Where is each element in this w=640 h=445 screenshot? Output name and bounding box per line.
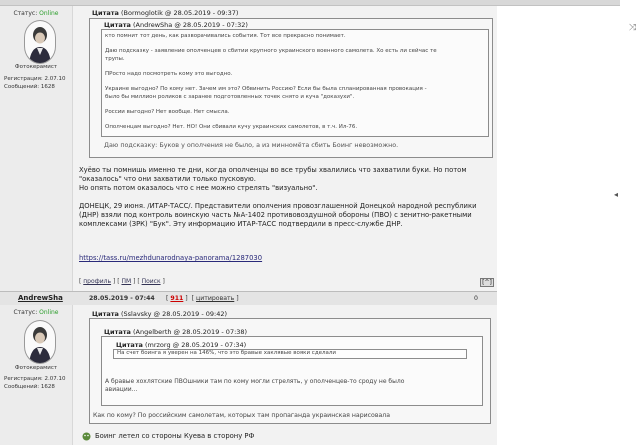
body-line: "оказалось" что они захватили только пус… [79,175,256,183]
status-label: Статус: [13,10,38,17]
inner-quote-header: Цитата (AndrewSha @ 28.05.2019 - 07:32) [104,21,248,29]
quote-line [105,101,485,109]
outer-quote-reply: Даю подсказку: Буков у ополчения не было… [104,141,399,149]
user-status: Статус: Online [0,309,72,316]
quote-line: Ополченцам выгодно? Нет. НО! Они сбивали… [105,124,358,131]
quote-3: Цитата (mrzorg @ 28.05.2019 - 07:34) На … [113,341,467,359]
body-line: ДОНЕЦК, 29 июня. /ИТАР-ТАСС/. Представит… [79,202,477,210]
quote-1: Цитата (Sslavsky @ 28.05.2019 - 09:42) Ц… [89,310,491,424]
quote-line: Украине выгодно? По кому нет. Зачем им э… [105,86,427,93]
quote-line: А бравые хохлятские ПВОшники там по кому… [105,378,405,385]
quote-meta: (Bormoglotik @ 28.05.2019 - 09:37) [120,9,239,17]
collapse-arrow-icon[interactable]: ◂ [614,190,618,199]
quote-label: Цитата [116,341,143,349]
user-status: Статус: Online [0,10,72,17]
quote-meta: (Sslavsky @ 28.05.2019 - 09:42) [120,310,228,318]
quote-line [105,79,485,87]
author-name[interactable]: AndrewSha [18,294,63,302]
avatar-portrait-icon [29,27,51,63]
post-actions: [ профиль ] [ ПМ ] [ Поиск ] [79,278,165,285]
status-value: Online [39,309,59,316]
quote-label: Цитата [104,328,131,336]
post-date: 28.05.2019 - 07:44 [89,295,155,302]
user-stats: Регистрация: 2.07.10 Сообщений: 1628 [4,75,65,91]
quote-1-header: Цитата (Sslavsky @ 28.05.2019 - 09:42) [92,310,227,318]
quote-line: авиации... [105,385,138,393]
scroll-top-button[interactable]: [^] [480,278,494,287]
quote-line [105,63,485,71]
inner-quote-meta: (AndrewSha @ 28.05.2019 - 07:32) [132,21,248,29]
quote-meta: (Angelberth @ 28.05.2019 - 07:38) [132,328,248,336]
msg-count: Сообщений: 1628 [4,84,55,90]
post-2-sidebar: Статус: Online Фотокерамист Регистрация:… [0,305,73,445]
user-rank: Фотокерамист [14,64,58,70]
quote-line: России выгодно? Нет вообще. Нет смысла. [105,108,230,115]
quote-2-reply: А бравые хохлятские ПВОшники там по кому… [105,378,404,393]
quote-line: кто помнит тот день, как разворачивались… [105,33,346,39]
post-number[interactable]: 911 [170,295,183,302]
quote-3-text: На счет боинга я уверен на 146%, что это… [117,350,336,356]
quote-3-header: Цитата (mrzorg @ 28.05.2019 - 07:34) [116,341,246,349]
body-line: комплексами (ЗРК) "Бук". Эту информацию … [79,220,403,228]
quote-line [105,117,485,125]
inner-quote-label: Цитата [104,21,131,29]
quote-label: Цитата [92,310,119,318]
quote-2: Цитата (Angelberth @ 28.05.2019 - 07:38)… [101,328,483,406]
cite-link[interactable]: цитировать [196,295,234,302]
reg-date: Регистрация: 2.07.10 [4,376,66,382]
avatar[interactable] [24,320,56,364]
smiley-icon [82,432,91,441]
msg-count: Сообщений: 1628 [4,384,55,390]
pm-link[interactable]: ПМ [121,278,131,285]
post-body: Хуёво ты помнишь именно те дни, когда оп… [79,166,494,229]
body-line: Хуёво ты помнишь именно те дни, когда оп… [79,166,467,174]
body-line [79,193,494,202]
search-link[interactable]: Поиск [142,278,161,285]
post-2-body: Боинг летел со стороны Куева в сторону Р… [95,432,255,440]
post-2: Статус: Online Фотокерамист Регистрация:… [0,305,497,445]
post-1: Статус: Online Фотокерамист Регистрация:… [0,6,497,291]
quote-header: Цитата (Bormoglotik @ 28.05.2019 - 09:37… [92,9,238,17]
quote-line: Даю подсказку - заявление ополченцев о с… [105,48,437,55]
quote-2-header: Цитата (Angelberth @ 28.05.2019 - 07:38) [104,328,247,336]
tass-link[interactable]: https://tass.ru/mezhdunarodnaya-panorama… [79,254,262,263]
post-1-sidebar: Статус: Online Фотокерамист Регистрация:… [0,6,73,291]
avatar[interactable] [24,20,56,64]
user-rank: Фотокерамист [14,365,58,371]
quote-line: было бы миллион роликов с заранее подгот… [105,93,355,100]
quote-outer: Цитата (Bormoglotik @ 28.05.2019 - 09:37… [89,9,493,158]
quote-line: трупы. [105,55,125,62]
quote-meta: (mrzorg @ 28.05.2019 - 07:34) [144,341,247,349]
avatar-portrait-icon [29,327,51,363]
profile-link[interactable]: профиль [83,278,111,285]
post-2-header: AndrewSha 28.05.2019 - 07:44 [ 911 ] [ ц… [0,291,497,306]
post-score: 0 [474,295,478,302]
body-line: (ДНР) взяли под контроль воинскую часть … [79,211,472,219]
user-stats: Регистрация: 2.07.10 Сообщений: 1628 [4,375,65,391]
quote-label: Цитата [92,9,119,17]
close-icon[interactable]: ⤨ [629,23,636,33]
quote-inner: Цитата (AndrewSha @ 28.05.2019 - 07:32) … [101,21,489,137]
body-line: Но опять потом оказалось что с нее можно… [79,184,318,192]
inner-quote-text: кто помнит тот день, как разворачивались… [105,33,485,132]
status-value: Online [39,10,59,17]
quote-1-reply: Как по кому? По российским самолетам, ко… [93,412,391,419]
status-label: Статус: [13,309,38,316]
quote-line: ПРосто надо посмотреть кому это выгодно. [105,70,233,77]
reg-date: Регистрация: 2.07.10 [4,76,66,82]
post-number-wrap: [ 911 ] [ цитировать ] [166,295,239,302]
